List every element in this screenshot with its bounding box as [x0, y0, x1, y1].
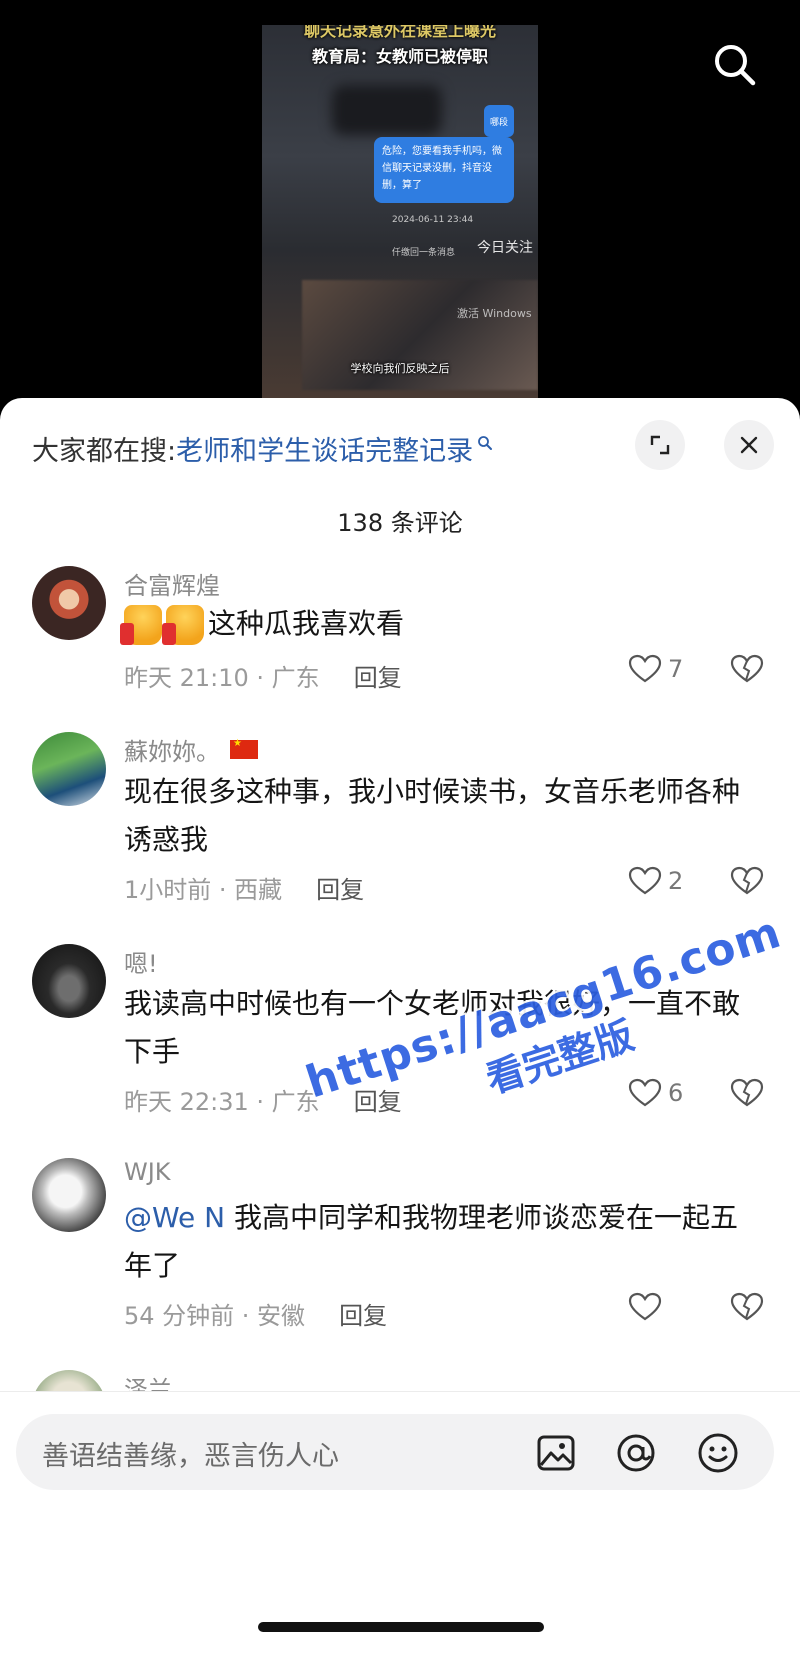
comment-text[interactable]: 这种瓜我喜欢看	[120, 600, 764, 648]
close-button[interactable]	[724, 420, 774, 470]
dislike-button[interactable]	[730, 1078, 764, 1112]
video-caption-main: 教育局：女教师已被停职	[311, 47, 488, 66]
dislike-button[interactable]	[730, 654, 764, 688]
comment-username[interactable]: WJK	[124, 1158, 171, 1186]
comment-time: 昨天 22:31 · 广东	[124, 1088, 320, 1116]
avatar[interactable]	[32, 1158, 106, 1232]
comment-input-placeholder: 善语结善缘，恶言伤人心	[42, 1441, 339, 1472]
heart-icon	[628, 654, 662, 683]
close-icon	[740, 436, 758, 454]
at-icon[interactable]	[614, 1431, 658, 1475]
trending-search-term[interactable]: 老师和学生谈话完整记录	[176, 429, 473, 468]
comment-time: 1小时前 · 西藏	[124, 876, 283, 904]
video-signature: 今日关注	[477, 240, 533, 256]
like-button[interactable]: 6	[628, 1078, 683, 1108]
trending-search-prefix: 大家都在搜:	[32, 435, 177, 467]
search-icon[interactable]	[710, 40, 760, 90]
comment-time: 昨天 21:10 · 广东	[124, 664, 320, 692]
video-frame[interactable]: 聊天记录意外在课堂上曝光 教育局：女教师已被停职 哪段 危险，您要看我手机吗，微…	[262, 25, 538, 400]
reply-button[interactable]: 回复	[339, 1296, 387, 1331]
comment-text[interactable]: 现在很多这种事，我小时候读书，女音乐老师各种诱惑我	[124, 768, 764, 864]
mention-link[interactable]: @We N	[124, 1201, 225, 1234]
avatar[interactable]	[32, 566, 106, 640]
comment-time: 54 分钟前 · 安徽	[124, 1302, 306, 1330]
comment-username[interactable]: 嗯!	[124, 944, 158, 979]
chat-bubble-small: 哪段	[484, 105, 514, 137]
comment-username[interactable]: 蘇妳妳。	[124, 732, 258, 767]
blurred-region	[332, 85, 442, 135]
expand-button[interactable]	[635, 420, 685, 470]
video-timestamp: 2024-06-11 23:44	[392, 215, 474, 225]
video-caption-top: 聊天记录意外在课堂上曝光	[303, 25, 496, 40]
comment-text[interactable]: @We N 我高中同学和我物理老师谈恋爱在一起五年了	[124, 1194, 764, 1290]
video-player[interactable]: 聊天记录意外在课堂上曝光 教育局：女教师已被停职 哪段 危险，您要看我手机吗，微…	[0, 0, 800, 400]
avatar[interactable]	[32, 944, 106, 1018]
chat-bubble: 危险，您要看我手机吗，微信聊天记录没删，抖音没删，算了	[374, 137, 514, 203]
divider	[0, 1391, 800, 1392]
dislike-button[interactable]	[730, 866, 764, 900]
like-count: 2	[668, 867, 684, 895]
like-button[interactable]	[628, 1292, 668, 1322]
like-button[interactable]: 7	[628, 654, 683, 684]
dislike-button[interactable]	[730, 1292, 764, 1326]
comment-count: 138 条评论	[337, 509, 463, 537]
like-count: 7	[668, 655, 684, 683]
windows-activation-mark: 激活 Windows	[457, 307, 532, 320]
heart-icon	[628, 1078, 662, 1107]
heart-icon	[628, 1292, 662, 1321]
china-flag-icon	[230, 738, 258, 759]
broken-heart-icon	[730, 1292, 764, 1321]
broken-heart-icon	[730, 866, 764, 895]
like-button[interactable]: 2	[628, 866, 683, 896]
like-count: 6	[668, 1079, 684, 1107]
home-indicator[interactable]	[258, 1622, 544, 1632]
broken-heart-icon	[730, 1078, 764, 1107]
avatar[interactable]	[32, 732, 106, 806]
video-subtitle: 学校向我们反映之后	[350, 362, 450, 375]
comment-username-text: 蘇妳妳。	[124, 738, 220, 766]
comment-meta: 昨天 21:10 · 广东 回复	[124, 658, 402, 693]
heart-icon	[628, 866, 662, 895]
comment-username[interactable]: 合富辉煌	[124, 566, 220, 601]
thumbs-up-emoji	[120, 605, 162, 645]
emoji-icon[interactable]	[696, 1431, 740, 1475]
comment-meta: 54 分钟前 · 安徽 回复	[124, 1296, 387, 1331]
small-search-icon	[477, 427, 493, 458]
trending-search[interactable]: 大家都在搜: 老师和学生谈话完整记录	[32, 428, 493, 468]
expand-icon	[650, 435, 670, 455]
comment-text-content: 这种瓜我喜欢看	[208, 607, 405, 640]
image-icon[interactable]	[534, 1431, 578, 1475]
video-line: 仟缴回一条消息	[392, 248, 456, 258]
comment-meta: 1小时前 · 西藏 回复	[124, 870, 364, 905]
broken-heart-icon	[730, 654, 764, 683]
reply-button[interactable]: 回复	[316, 870, 364, 905]
reply-button[interactable]: 回复	[354, 658, 402, 693]
comment-input[interactable]: 善语结善缘，恶言伤人心	[16, 1414, 774, 1490]
thumbs-up-emoji	[162, 605, 204, 645]
